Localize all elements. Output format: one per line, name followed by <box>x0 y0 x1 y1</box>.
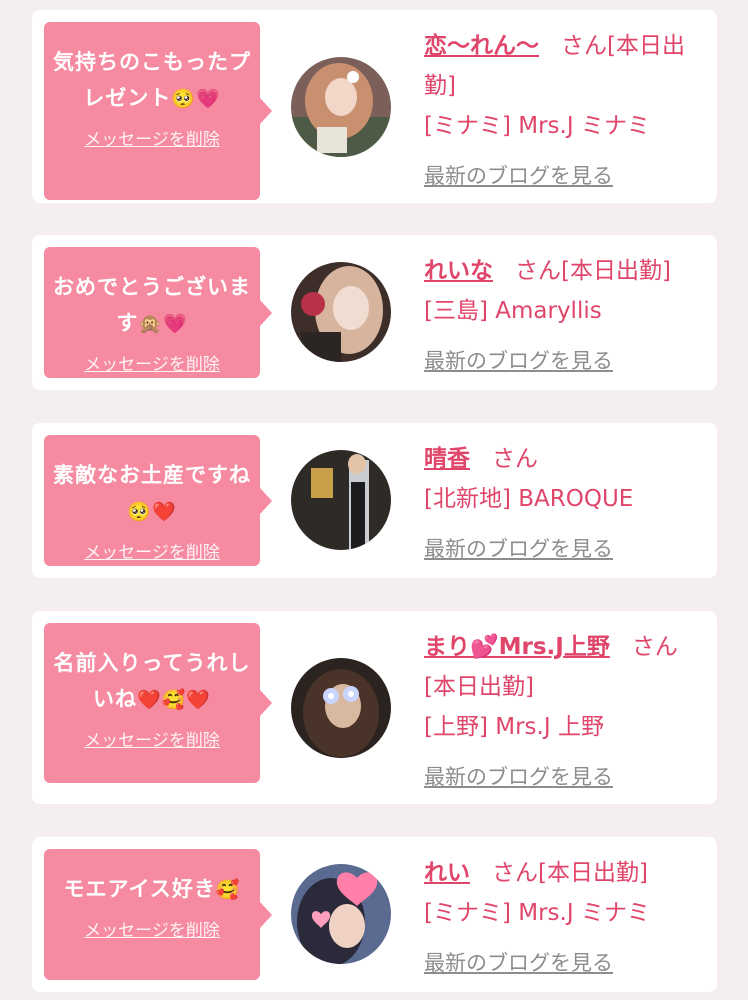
shop-name: [ミナミ] Mrs.J ミナミ <box>424 900 650 926</box>
message-bubble: 名前入りってうれしいね❤️🥰❤️ メッセージを削除 <box>44 623 272 783</box>
shop-name: [ミナミ] Mrs.J ミナミ <box>424 113 650 139</box>
message-emoji: ❤️🥰❤️ <box>137 689 211 711</box>
message-card: おめでとうございます🙊💗 メッセージを削除 れいな さん[本日出勤] [三島] A… <box>32 235 717 390</box>
message-bubble: 素敵なお土産ですね🥺❤️ メッセージを削除 <box>44 435 272 566</box>
cast-avatar[interactable] <box>291 57 391 157</box>
message-text: 素敵なお土産ですね🥺❤️ <box>52 457 252 530</box>
honorific: さん <box>492 860 538 886</box>
message-text: おめでとうございます🙊💗 <box>52 269 252 342</box>
cast-info: 晴香 さん [北新地] BAROQUE 最新のブログを見る <box>424 439 697 569</box>
delete-message-link[interactable]: メッセージを削除 <box>84 916 220 941</box>
cast-info: れいな さん[本日出勤] [三島] Amaryllis 最新のブログを見る <box>424 251 697 381</box>
message-card: 名前入りってうれしいね❤️🥰❤️ メッセージを削除 まり💕Mrs.J上野 さん [本… <box>32 611 717 804</box>
message-text: 名前入りってうれしいね❤️🥰❤️ <box>52 645 252 718</box>
cast-avatar[interactable] <box>291 262 391 362</box>
honorific: さん <box>561 33 607 59</box>
message-card: モエアイス好き🥰 メッセージを削除 れい さん[本日出勤] [ミナミ] Mrs.J… <box>32 837 717 992</box>
latest-blog-link[interactable]: 最新のブログを見る <box>424 341 613 381</box>
message-emoji: 🥺❤️ <box>127 501 177 523</box>
message-card: 気持ちのこもったプレゼント🥺💗 メッセージを削除 恋〜れん〜 さん[本日出勤] [… <box>32 10 717 203</box>
delete-message-link[interactable]: メッセージを削除 <box>84 350 220 375</box>
shop-name: [三島] Amaryllis <box>424 298 602 324</box>
cast-photo-icon <box>291 57 391 157</box>
work-status: [本日出勤] <box>424 674 534 700</box>
delete-message-link[interactable]: メッセージを削除 <box>84 125 220 150</box>
cast-photo-icon <box>291 658 391 758</box>
honorific: さん <box>492 446 538 472</box>
cast-name-link[interactable]: まり💕Mrs.J上野 <box>424 634 610 660</box>
message-text: 気持ちのこもったプレゼント🥺💗 <box>52 44 252 117</box>
message-card: 素敵なお土産ですね🥺❤️ メッセージを削除 晴香 さん [北新地] BAROQUE… <box>32 423 717 578</box>
message-text: モエアイス好き🥰 <box>52 871 252 908</box>
cast-name-link[interactable]: 恋〜れん〜 <box>424 33 539 59</box>
cast-name-link[interactable]: れい <box>424 860 470 886</box>
work-status: [本日出勤] <box>561 258 671 284</box>
message-bubble: 気持ちのこもったプレゼント🥺💗 メッセージを削除 <box>44 22 272 200</box>
honorific: さん <box>515 258 561 284</box>
cast-info: まり💕Mrs.J上野 さん [本日出勤] [上野] Mrs.J 上野 最新のブログを… <box>424 627 697 797</box>
cast-avatar[interactable] <box>291 658 391 758</box>
honorific: さん <box>631 634 678 660</box>
delete-message-link[interactable]: メッセージを削除 <box>84 726 220 751</box>
cast-name-link[interactable]: 晴香 <box>424 446 470 472</box>
cast-photo-icon <box>291 262 391 362</box>
cast-name-link[interactable]: れいな <box>424 258 493 284</box>
cast-info: れい さん[本日出勤] [ミナミ] Mrs.J ミナミ 最新のブログを見る <box>424 853 697 983</box>
delete-message-link[interactable]: メッセージを削除 <box>84 538 220 563</box>
latest-blog-link[interactable]: 最新のブログを見る <box>424 757 613 797</box>
cast-avatar[interactable] <box>291 450 391 550</box>
message-card-list: 気持ちのこもったプレゼント🥺💗 メッセージを削除 恋〜れん〜 さん[本日出勤] [… <box>0 0 748 1000</box>
cast-photo-icon <box>291 864 391 964</box>
shop-name: [北新地] BAROQUE <box>424 486 634 512</box>
message-emoji: 🙊💗 <box>138 313 188 335</box>
shop-name: [上野] Mrs.J 上野 <box>424 714 604 740</box>
latest-blog-link[interactable]: 最新のブログを見る <box>424 156 613 196</box>
latest-blog-link[interactable]: 最新のブログを見る <box>424 943 613 983</box>
message-emoji: 🥺💗 <box>171 88 221 110</box>
work-status: [本日出勤] <box>538 860 648 886</box>
cast-photo-icon <box>291 450 391 550</box>
message-bubble: モエアイス好き🥰 メッセージを削除 <box>44 849 272 980</box>
latest-blog-link[interactable]: 最新のブログを見る <box>424 529 613 569</box>
message-bubble: おめでとうございます🙊💗 メッセージを削除 <box>44 247 272 378</box>
message-emoji: 🥰 <box>215 879 241 901</box>
cast-avatar[interactable] <box>291 864 391 964</box>
cast-info: 恋〜れん〜 さん[本日出勤] [ミナミ] Mrs.J ミナミ 最新のブログを見る <box>424 26 697 196</box>
